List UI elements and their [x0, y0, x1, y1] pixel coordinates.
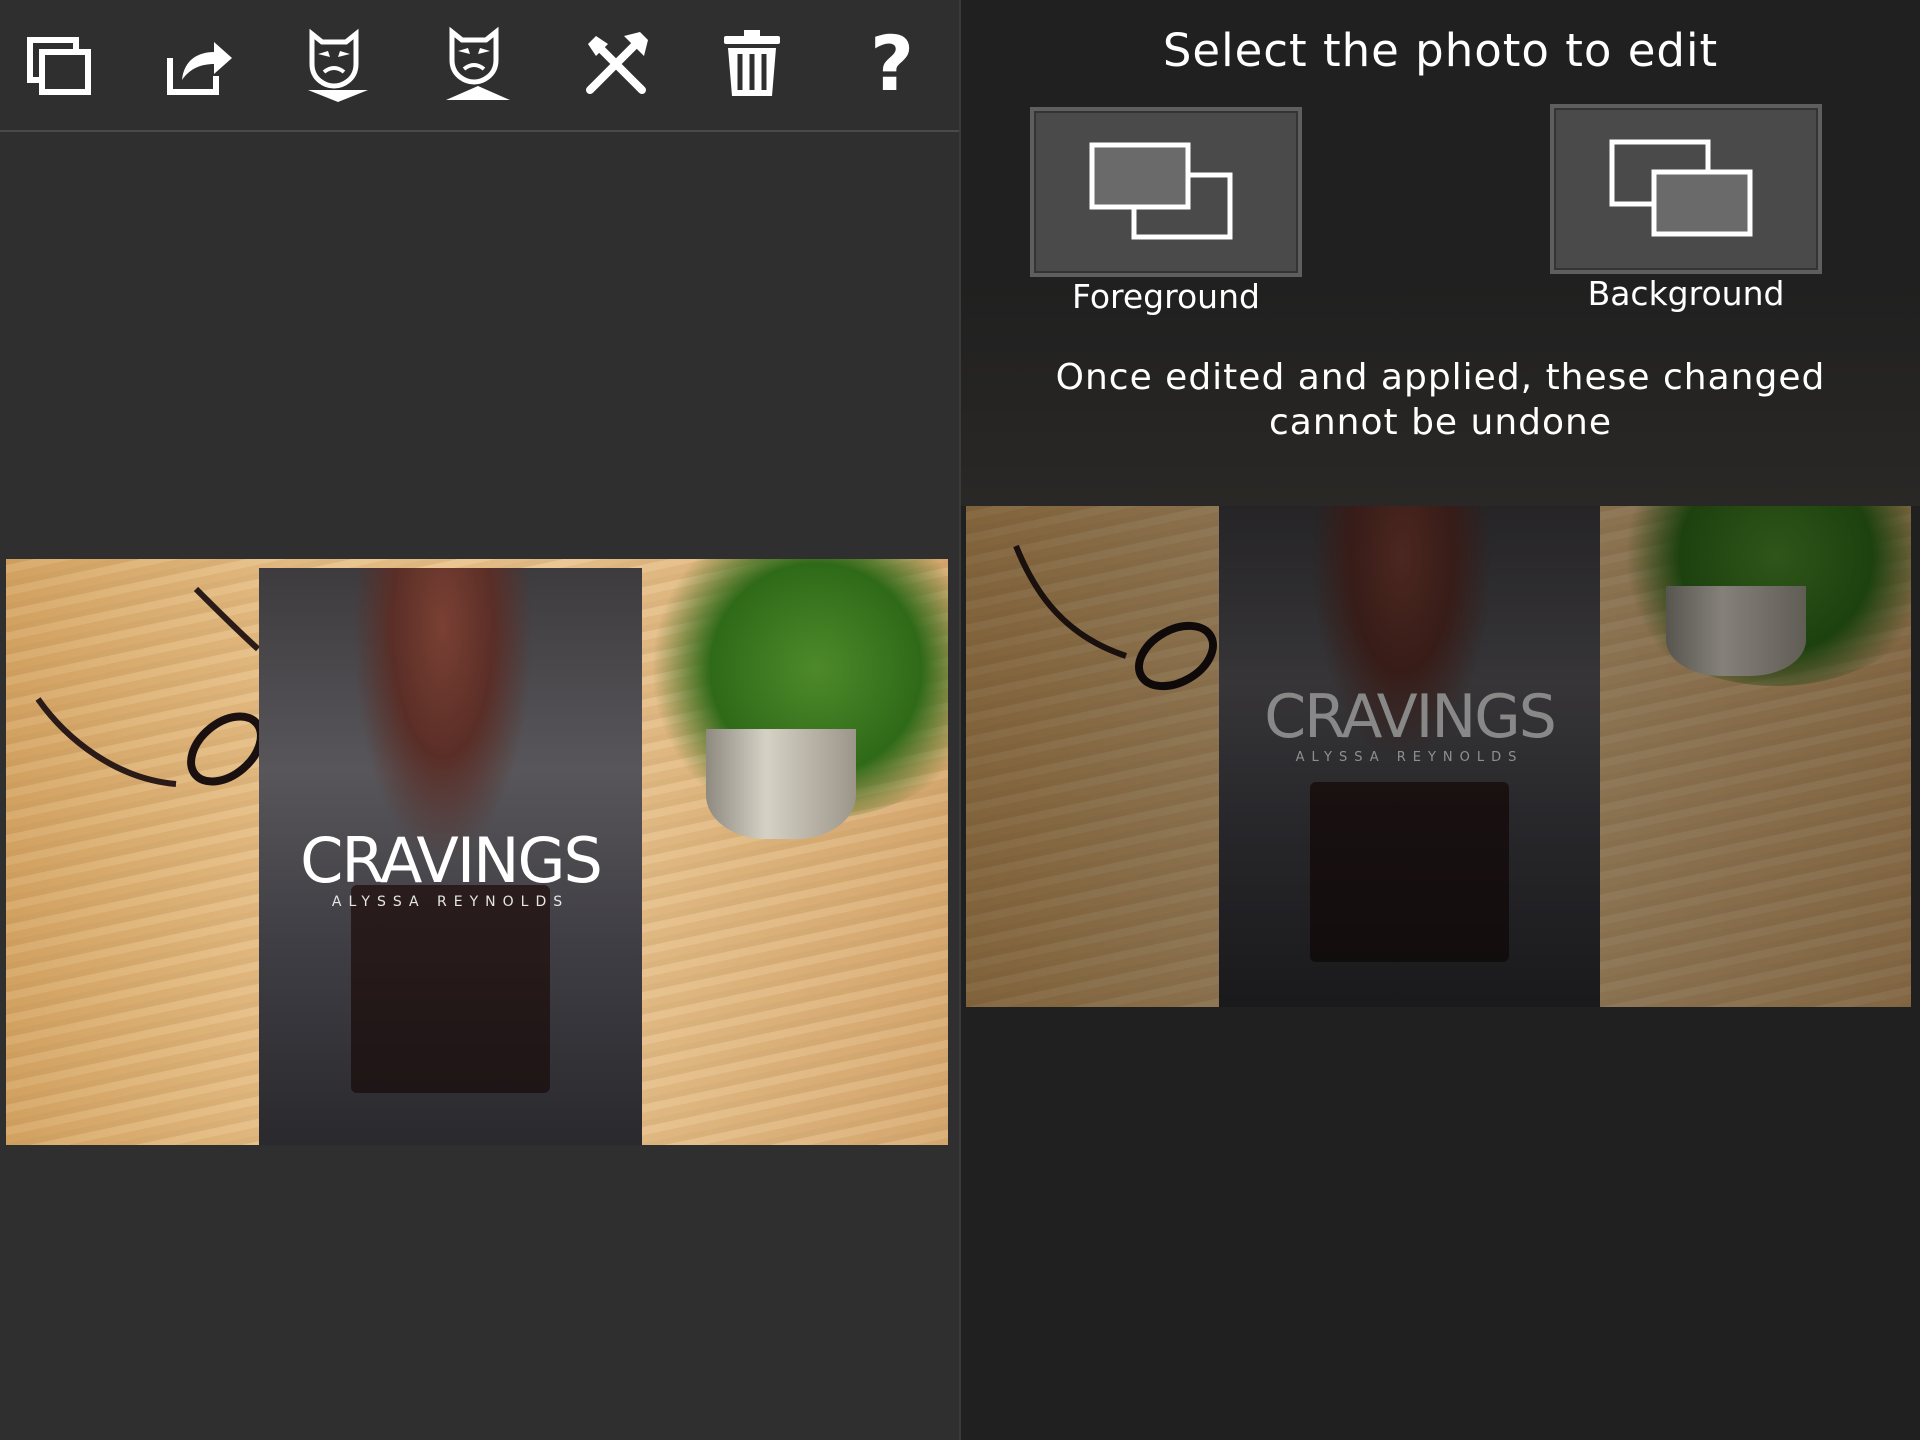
editor-panel: ? CRAVINGS ALYSSA REYNOLDS: [0, 0, 959, 1440]
warning-text: Once edited and applied, these changed c…: [961, 355, 1920, 445]
cover-bib: [350, 885, 551, 1094]
cover-author: ALYSSA REYNOLDS: [331, 894, 570, 910]
layers-icon: [27, 37, 91, 95]
background-layers-icon: [1609, 139, 1753, 237]
toolbar: ?: [0, 0, 959, 132]
pot-image: [706, 729, 856, 839]
background-label: Background: [1587, 274, 1785, 313]
selector-title: Select the photo to edit: [1162, 24, 1719, 77]
foreground-layers-icon: [1089, 142, 1233, 240]
mask-up-icon: [446, 26, 510, 100]
background-button[interactable]: [1550, 104, 1822, 274]
foreground-cover[interactable]: CRAVINGS ALYSSA REYNOLDS: [259, 568, 642, 1145]
trash-icon: [724, 30, 780, 96]
composite-canvas[interactable]: CRAVINGS ALYSSA REYNOLDS: [6, 559, 948, 1145]
foreground-label: Foreground: [1072, 277, 1260, 316]
tools-icon: [586, 32, 648, 94]
trash-button[interactable]: [712, 24, 792, 104]
warning-line-2: cannot be undone: [1269, 402, 1612, 443]
photo-selector-panel: Select the photo to edit Foreground Back…: [961, 0, 1920, 1440]
preview-image: CRAVINGS ALYSSA REYNOLDS: [966, 506, 1911, 1007]
layers-button[interactable]: [20, 24, 100, 104]
tools-button[interactable]: [576, 24, 656, 104]
cover-title: CRAVINGS: [300, 824, 603, 897]
mask-down-button[interactable]: [298, 24, 378, 104]
mask-down-icon: [308, 28, 368, 102]
help-button[interactable]: ?: [852, 24, 932, 104]
help-icon: ?: [869, 19, 915, 108]
preview-dim-overlay: [966, 506, 1911, 1007]
mask-up-button[interactable]: [438, 24, 518, 104]
glasses-image: [35, 586, 265, 787]
share-button[interactable]: [158, 24, 238, 104]
share-icon: [167, 42, 232, 95]
foreground-button[interactable]: [1030, 107, 1302, 277]
warning-line-1: Once edited and applied, these changed: [1055, 357, 1826, 398]
